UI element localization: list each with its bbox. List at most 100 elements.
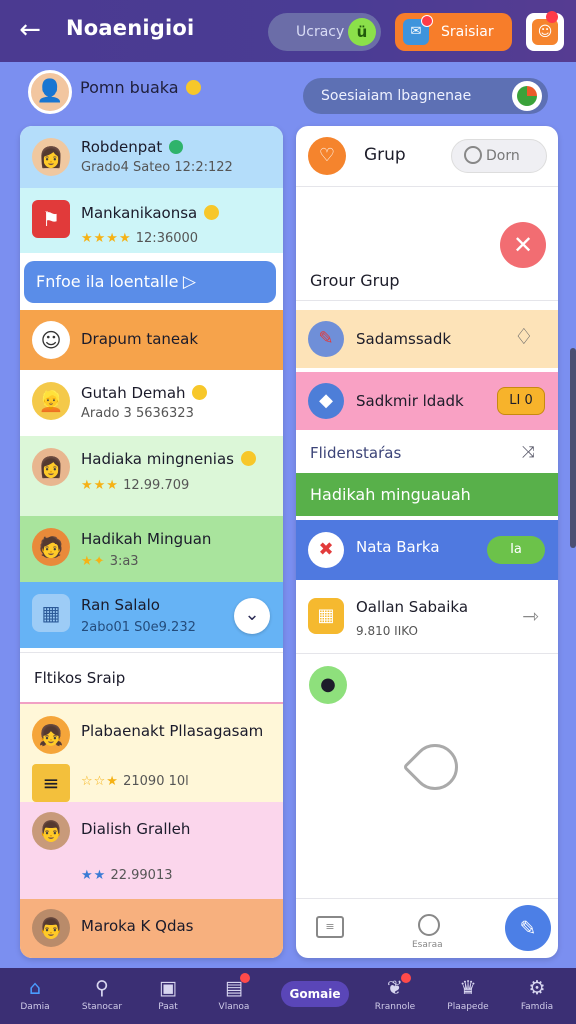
item-title: Plabaenakt Pllasagasam (81, 722, 264, 740)
group-title: Sadkmir ldadk (356, 392, 464, 410)
section-title: Flidenstaŕas (310, 444, 402, 462)
item-title: Ran Salalo (81, 596, 160, 614)
section-header: Fltikos Sraip (20, 652, 283, 702)
close-icon[interactable]: ✕ (500, 222, 546, 268)
item-title: Hadiaka mingnenias (81, 450, 256, 468)
search-bar[interactable]: Soesiaiam lbagnenae (303, 78, 548, 114)
avatar: 👱 (32, 382, 70, 420)
list-item[interactable]: 👩 Robdenpat Grado4 Sateo 12:2:122 (20, 126, 283, 188)
avatar[interactable]: 👤 (28, 70, 72, 114)
home-icon: ⌂ (28, 977, 42, 999)
avatar: 👨 (32, 909, 70, 947)
grid-icon: ▣ (159, 977, 177, 999)
crazy-pill-label: Ucracy (296, 24, 345, 40)
expand-arrows-icon[interactable]: ⤨ (522, 442, 535, 462)
list-item[interactable]: 🧑 Hadikah Minguan ★✦ 3:a3 (20, 516, 283, 582)
nav-item-home[interactable]: ⌂ Damia (0, 968, 70, 1024)
item-title: Robdenpat (81, 138, 184, 156)
smile-icon: ü (348, 18, 376, 46)
trophy-icon: ♛ (459, 977, 477, 999)
group-title: Nata Barka (356, 538, 440, 556)
item-subtitle: Grado4 Sateo 12:2:122 (81, 160, 233, 175)
panel-title: Grup (364, 145, 406, 165)
item-subtitle: ★★ 22.99013 (81, 868, 173, 883)
chat-fab-button[interactable]: ✎ (505, 905, 551, 951)
coin-icon: ● (309, 666, 347, 704)
avatar: 👩 (32, 138, 70, 176)
notification-dot (401, 973, 411, 983)
item-subtitle: ★★★★ 12:36000 (81, 231, 199, 246)
item-subtitle: ☆☆★ 21090 10l (81, 774, 189, 789)
item-subtitle: 2abo01 S0e9.232 (81, 620, 196, 635)
notification-dot (240, 973, 250, 983)
group-row[interactable]: ✖ Nata Barka Ia (296, 520, 558, 580)
highlight-bar[interactable]: Hadikah minguauah (296, 473, 558, 516)
divider (296, 898, 558, 899)
heart-icon: ♡ (308, 137, 346, 175)
list-item[interactable]: 👱 Gutah Demah Arado 3 5636323 (20, 370, 283, 436)
notification-dot (546, 11, 558, 23)
menu-box-button[interactable]: ☺ (526, 11, 564, 51)
list-item[interactable]: 👨 Maroka K Qdas (20, 899, 283, 958)
group-title: Sadamssadk (356, 330, 452, 348)
nav-item-search[interactable]: ⚲ Stanocar (67, 968, 137, 1024)
app-title: Noaenigioi (66, 16, 195, 40)
streak-button[interactable]: ✉ Sraisiar (395, 13, 512, 51)
divider (296, 300, 558, 301)
list-item[interactable]: ⚑ Mankanikaonsa ★★★★ 12:36000 (20, 188, 283, 253)
chevron-down-icon[interactable]: ⌄ (234, 598, 270, 634)
list-item[interactable]: ☺ Drapum taneak (20, 310, 283, 370)
nav-item-gift[interactable]: ❦ Rrannole (360, 968, 430, 1024)
group-search-input[interactable]: Dorn (451, 139, 547, 173)
item-title: Hadikah Minguan (81, 530, 212, 548)
puzzle-icon: ♢ (514, 325, 534, 350)
nav-item-box[interactable]: ▤ Vlanoa (199, 968, 269, 1024)
calendar-icon: ▦ (32, 594, 70, 632)
circle-icon[interactable] (418, 914, 440, 936)
avatar: 👩 (32, 448, 70, 486)
item-title: Mankanikaonsa (81, 204, 220, 222)
item-subtitle: ★★★ 12.99.709 (81, 478, 190, 493)
item-title: Gutah Demah (81, 384, 208, 402)
group-subtitle: 9.810 IIKO (356, 624, 418, 638)
search-icon (464, 146, 482, 164)
nav-center-pill[interactable]: Gomaie (281, 981, 349, 1007)
gift-icon: ⚑ (32, 200, 70, 238)
group-row[interactable]: ▦ Oallan Sabaika 9.810 IIKO ⇾ (296, 584, 558, 654)
list-item[interactable]: 👨 Dialish Gralleh ★★ 22.99013 (20, 802, 283, 899)
user-name: Pomn buaka (80, 78, 201, 97)
group-row[interactable]: ◆ Sadkmir ldadk LI 0 (296, 372, 558, 430)
search-placeholder: Dorn (486, 148, 520, 164)
coins-icon: ≡ (32, 764, 70, 802)
group-row[interactable]: ✎ Sadamssadk ♢ (296, 310, 558, 368)
divider (296, 186, 558, 187)
box-icon: ☺ (532, 19, 558, 45)
item-subtitle: ★✦ 3:a3 (81, 554, 139, 569)
diamond-icon: ◆ (308, 383, 344, 419)
item-subtitle: Arado 3 5636323 (81, 406, 194, 421)
chevron-right-icon: ⇾ (522, 604, 539, 628)
compass-icon (512, 81, 542, 111)
crazy-pill-button[interactable]: Ucracy ü (268, 13, 381, 51)
arrow-left-icon[interactable]: ← (14, 14, 46, 46)
nav-item-settings[interactable]: ⚙ Famdia (502, 968, 572, 1024)
list-item[interactable]: 👧 ≡ Plabaenakt Pllasagasam ☆☆★ 21090 10l (20, 702, 283, 802)
list-icon[interactable]: ≡ (316, 916, 344, 938)
scrollbar[interactable] (570, 348, 576, 548)
avatar: 🧑 (32, 528, 70, 566)
notification-dot (421, 15, 433, 27)
list-item[interactable]: 👩 Hadiaka mingnenias ★★★ 12.99.709 (20, 436, 283, 516)
nav-item-trophy[interactable]: ♛ Plaapede (433, 968, 503, 1024)
section-title: Fltikos Sraip (34, 669, 126, 687)
shield-icon: ✖ (308, 532, 344, 568)
group-title: Oallan Sabaika (356, 598, 469, 616)
tool-label: Esaraa (412, 940, 443, 950)
settings-icon: ⚙ (528, 977, 546, 999)
left-action-button[interactable]: Fnfoe ila loentalle ▷ (24, 261, 276, 303)
chat-icon: ☺ (32, 321, 70, 359)
tag-icon: ✎ (308, 321, 344, 357)
friends-list: 👩 Robdenpat Grado4 Sateo 12:2:122 ⚑ Mank… (20, 126, 283, 958)
arrow-right-icon: ▷ (182, 272, 196, 292)
toggle-badge[interactable]: Ia (487, 536, 545, 564)
nav-item-grid[interactable]: ▣ Paat (133, 968, 203, 1024)
